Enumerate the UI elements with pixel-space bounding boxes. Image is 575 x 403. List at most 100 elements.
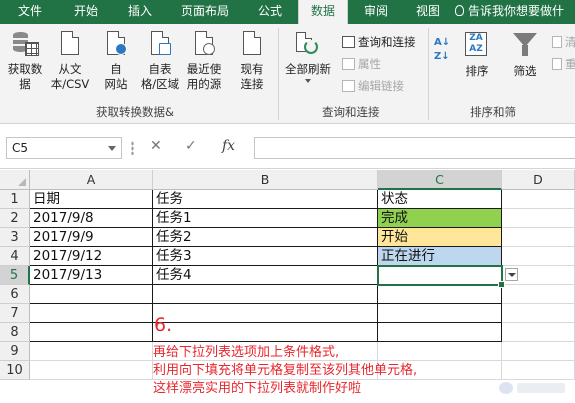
row-header-9[interactable]: 9 — [0, 342, 30, 361]
column-header-a[interactable]: A — [30, 170, 153, 190]
clear-filter-button[interactable]: 清 — [552, 34, 575, 50]
row-header-1[interactable]: 1 — [0, 190, 30, 209]
cell-b3[interactable]: 任务2 — [153, 228, 378, 247]
web-file-icon — [102, 30, 130, 60]
cell-c5[interactable] — [378, 266, 502, 285]
from-text-csv-button[interactable]: 从文 本/CSV — [48, 30, 92, 92]
edit-links-button[interactable]: 编辑链接 — [342, 78, 404, 94]
get-data-button[interactable]: 获取数 据 — [4, 30, 46, 92]
reapply-button[interactable]: 重 — [552, 56, 575, 72]
group-separator — [428, 28, 429, 120]
cell-d8[interactable] — [502, 323, 575, 342]
tab-view[interactable]: 视图 — [406, 0, 450, 24]
column-header-c[interactable]: C — [378, 170, 502, 190]
filter-button[interactable]: 筛选 — [505, 30, 545, 79]
cell-d6[interactable] — [502, 285, 575, 304]
insert-function-button[interactable]: fx — [222, 138, 235, 154]
annotation-line-1: 再给下拉列表选项加上条件格式, — [153, 345, 340, 360]
tell-me-box[interactable]: 告诉我你想要做什 — [455, 0, 564, 24]
row-header-8[interactable]: 8 — [0, 323, 30, 342]
cell-b1[interactable]: 任务 — [153, 190, 378, 209]
from-table-range-button[interactable]: 自表 格/区域 — [138, 30, 182, 92]
cell-c8[interactable] — [378, 323, 502, 342]
queries-icon — [342, 36, 355, 48]
row-header-3[interactable]: 3 — [0, 228, 30, 247]
group-queries-label: 查询和连接 — [322, 105, 380, 119]
cell-c2[interactable]: 完成 — [378, 209, 502, 228]
recent-clock-icon — [190, 30, 218, 60]
dropdown-list-button[interactable] — [505, 268, 518, 281]
cell-c7[interactable] — [378, 304, 502, 323]
tab-formulas[interactable]: 公式 — [248, 0, 292, 24]
cell-c6[interactable] — [378, 285, 502, 304]
cell-a4[interactable]: 2017/9/12 — [30, 247, 153, 266]
cell-c1[interactable]: 状态 — [378, 190, 502, 209]
reapply-label: 重 — [565, 57, 575, 71]
properties-icon — [342, 58, 355, 70]
cell-a8[interactable] — [30, 323, 153, 342]
get-data-label-1: 获取数 — [7, 62, 43, 76]
cell-d10[interactable] — [502, 361, 575, 380]
cell-b2[interactable]: 任务1 — [153, 209, 378, 228]
cell-d9[interactable] — [502, 342, 575, 361]
edit-links-icon — [342, 80, 355, 92]
tab-insert[interactable]: 插入 — [118, 0, 162, 24]
row-header-10[interactable]: 10 — [0, 361, 30, 380]
cell-a7[interactable] — [30, 304, 153, 323]
reapply-icon — [552, 58, 562, 70]
cell-c3[interactable]: 开始 — [378, 228, 502, 247]
tab-data[interactable]: 数据 — [298, 0, 348, 24]
cell-a5[interactable]: 2017/9/13 — [30, 266, 153, 285]
cell-c4[interactable]: 正在进行 — [378, 247, 502, 266]
row-header-4[interactable]: 4 — [0, 247, 30, 266]
annotation-line-2: 利用向下填充将单元格复制至该列其他单元格, — [153, 363, 418, 378]
sort-button[interactable]: ZA AZ 排序 — [458, 30, 496, 79]
from-web-button[interactable]: 自 网站 — [96, 30, 136, 92]
properties-button[interactable]: 属性 — [342, 56, 381, 72]
cell-a9[interactable] — [30, 342, 153, 361]
cell-d1[interactable] — [502, 190, 575, 209]
cell-a6[interactable] — [30, 285, 153, 304]
tab-home[interactable]: 开始 — [64, 0, 108, 24]
tab-review[interactable]: 审阅 — [354, 0, 398, 24]
row-header-7[interactable]: 7 — [0, 304, 30, 323]
properties-label: 属性 — [358, 57, 381, 71]
cell-d2[interactable] — [502, 209, 575, 228]
from-web-label-1: 自 — [110, 62, 122, 76]
row-header-2[interactable]: 2 — [0, 209, 30, 228]
row-header-5[interactable]: 5 — [0, 266, 30, 285]
cell-c9[interactable] — [378, 342, 502, 361]
formula-input[interactable] — [254, 137, 575, 159]
cell-a3[interactable]: 2017/9/9 — [30, 228, 153, 247]
cell-a1[interactable]: 日期 — [30, 190, 153, 209]
recent-sources-label-1: 最近使 — [186, 62, 222, 76]
column-header-d[interactable]: D — [502, 170, 575, 190]
cell-d3[interactable] — [502, 228, 575, 247]
cell-d4[interactable] — [502, 247, 575, 266]
cell-b8[interactable] — [153, 323, 378, 342]
tab-page-layout[interactable]: 页面布局 — [172, 0, 238, 24]
select-all-corner[interactable] — [0, 170, 30, 190]
queries-connections-button[interactable]: 查询和连接 — [342, 34, 416, 50]
cell-d7[interactable] — [502, 304, 575, 323]
row-header-6[interactable]: 6 — [0, 285, 30, 304]
cell-b6[interactable] — [153, 285, 378, 304]
cell-a10[interactable] — [30, 361, 153, 380]
queries-connections-label: 查询和连接 — [358, 35, 416, 49]
refresh-all-button[interactable]: 全部刷新 — [282, 30, 334, 83]
enter-formula-button[interactable]: ✓ — [185, 138, 197, 154]
resize-handle[interactable] — [131, 141, 134, 155]
cell-b5[interactable]: 任务4 — [153, 266, 378, 285]
cancel-formula-button[interactable]: ✕ — [150, 138, 162, 154]
column-header-b[interactable]: B — [153, 170, 378, 190]
chevron-down-icon[interactable] — [108, 146, 116, 151]
funnel-icon — [511, 30, 539, 60]
existing-connections-button[interactable]: 现有 连接 — [232, 30, 272, 92]
tab-file[interactable]: 文件 — [8, 0, 52, 24]
cell-b7[interactable] — [153, 304, 378, 323]
name-box[interactable]: C5 — [6, 137, 122, 159]
sort-az-icon[interactable]: A↓ Z↓ — [434, 36, 452, 82]
recent-sources-button[interactable]: 最近使 用的源 — [182, 30, 226, 92]
cell-a2[interactable]: 2017/9/8 — [30, 209, 153, 228]
cell-b4[interactable]: 任务3 — [153, 247, 378, 266]
